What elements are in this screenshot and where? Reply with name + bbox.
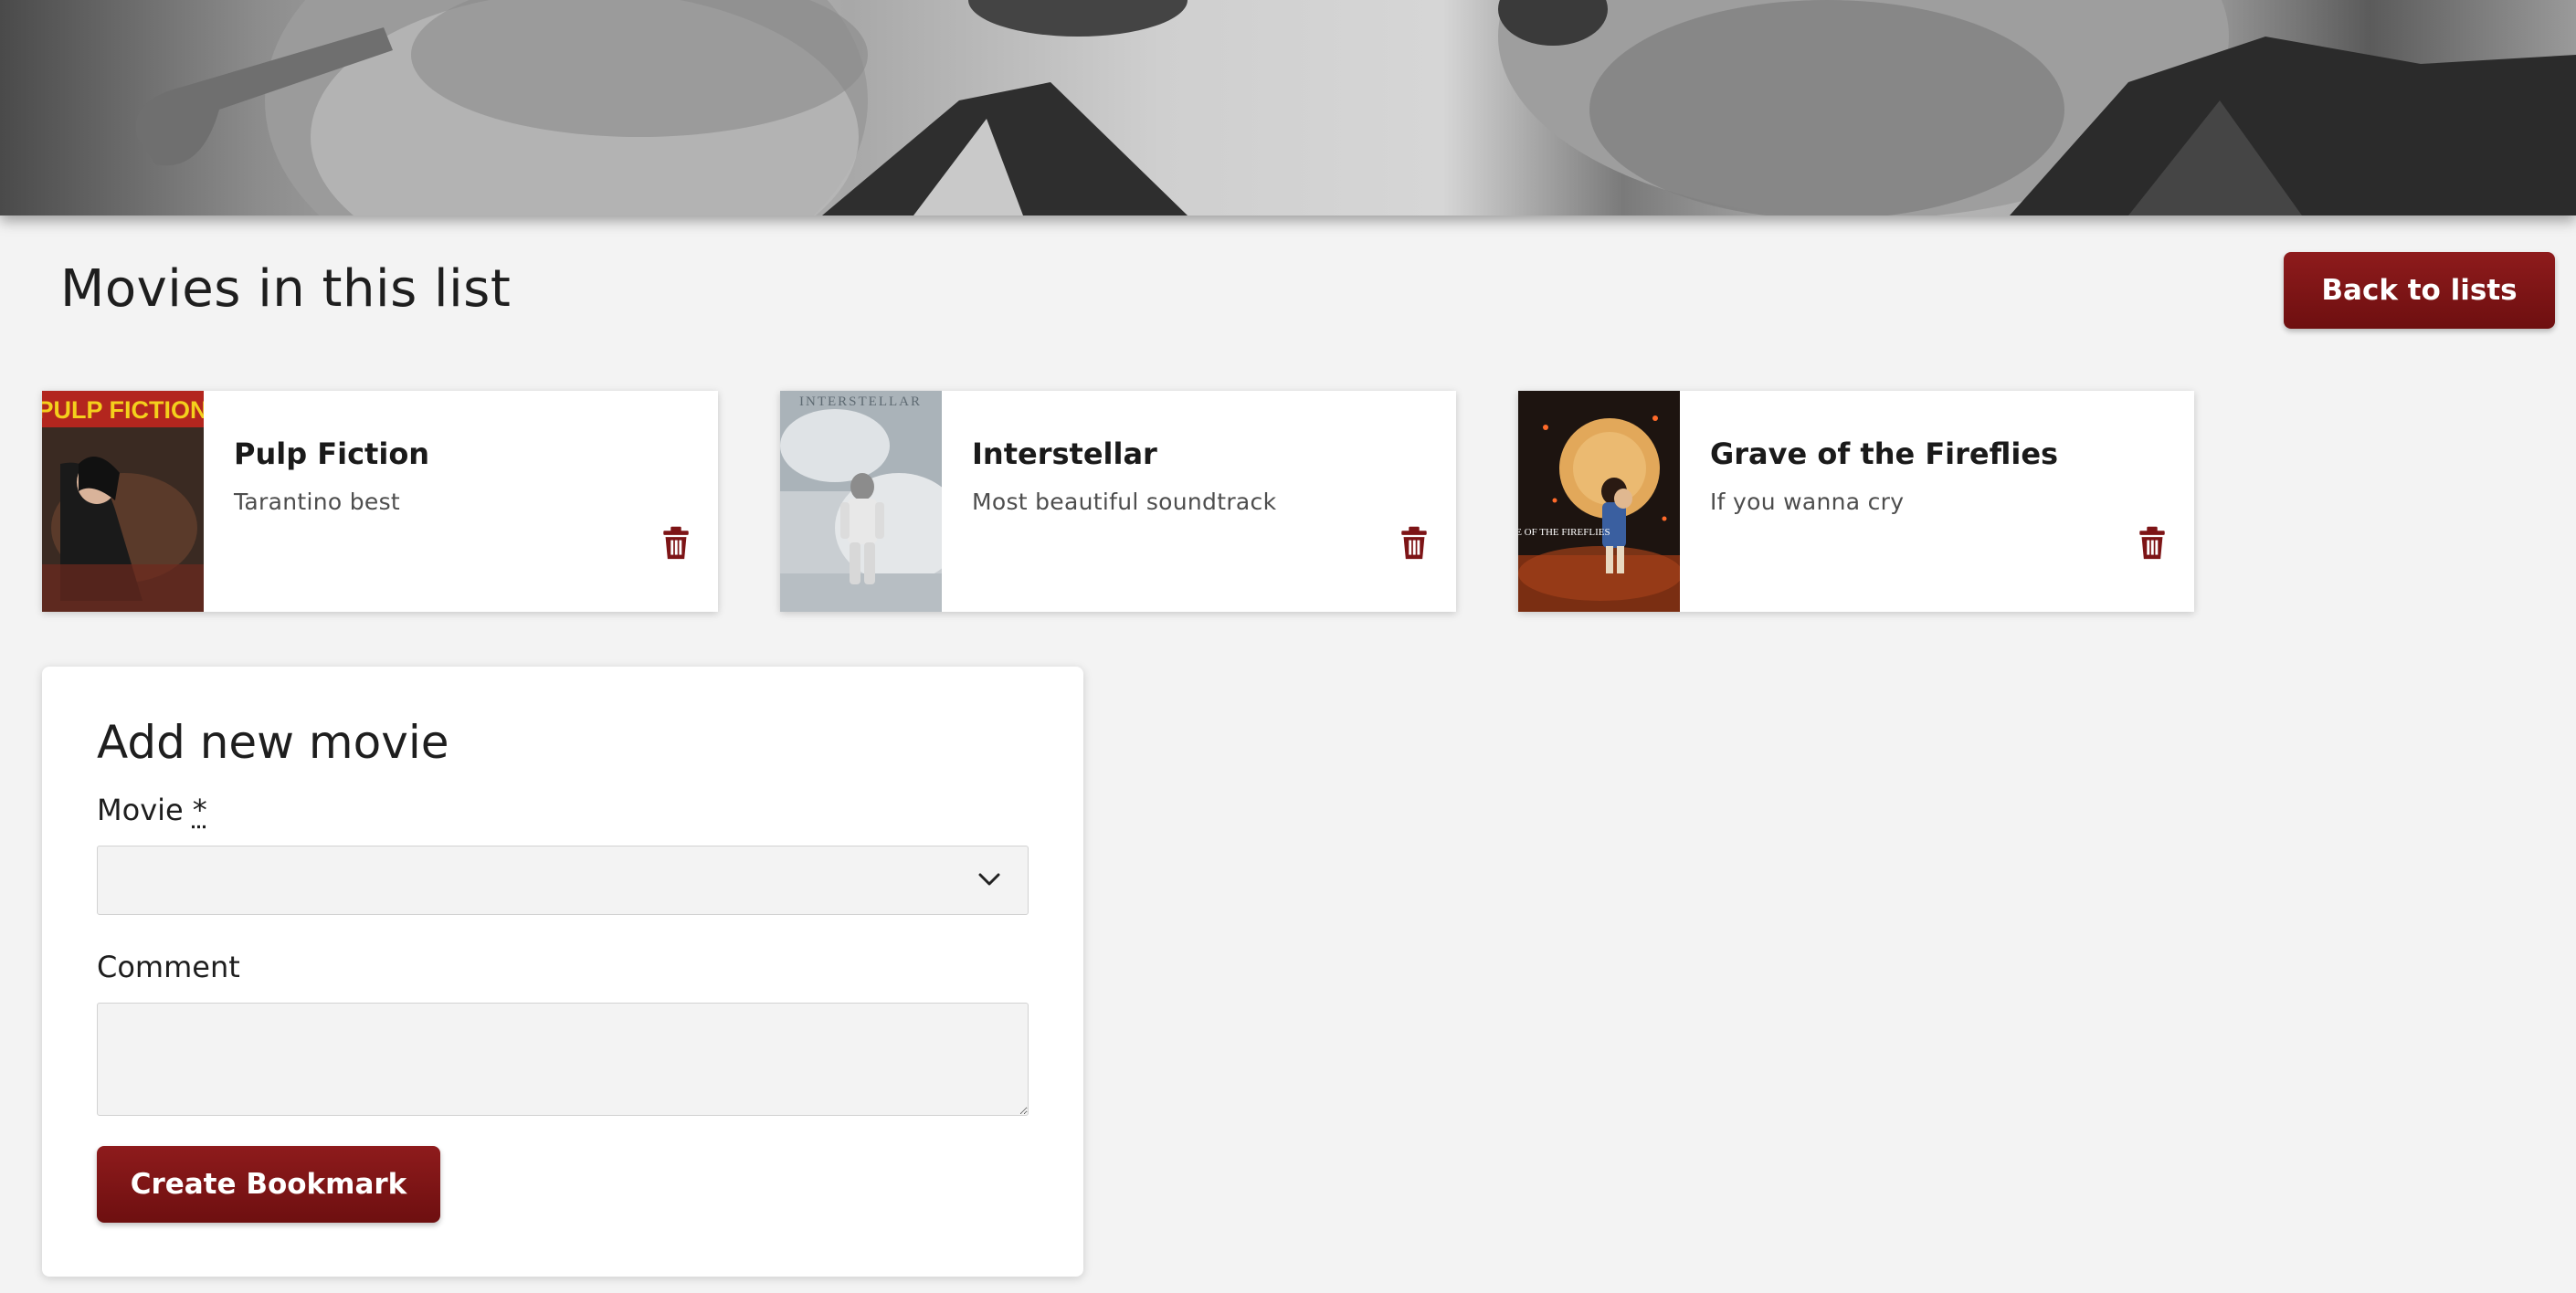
movie-label-text: Movie	[97, 793, 184, 827]
movie-select[interactable]	[97, 846, 1029, 915]
trash-icon[interactable]	[2138, 526, 2167, 561]
movie-comment: If you wanna cry	[1710, 489, 1905, 515]
bookmark-card[interactable]: INTERSTELLAR Interstellar Most beautiful…	[780, 391, 1456, 612]
movie-title: Grave of the Fireflies	[1710, 436, 2059, 471]
trash-icon[interactable]	[661, 526, 691, 561]
add-movie-form: Add new movie Movie * Comment Create Book…	[42, 667, 1083, 1277]
poster-title: PULP FICTION	[42, 396, 204, 424]
bookmark-card[interactable]: GRAVE OF THE FIREFLIES Grave of the Fire…	[1518, 391, 2194, 612]
movie-poster: INTERSTELLAR	[780, 391, 942, 612]
form-title: Add new movie	[97, 716, 449, 769]
movie-title: Interstellar	[972, 436, 1157, 471]
bookmark-card[interactable]: PULP FICTION Pulp Fiction Tarantino best	[42, 391, 718, 612]
movie-comment: Tarantino best	[234, 489, 401, 515]
back-to-lists-button[interactable]: Back to lists	[2284, 252, 2555, 329]
comment-field-label: Comment	[97, 950, 240, 984]
required-marker: *	[192, 793, 207, 827]
movie-comment: Most beautiful soundtrack	[972, 489, 1277, 515]
trash-icon[interactable]	[1399, 526, 1429, 561]
poster-title: GRAVE OF THE FIREFLIES	[1518, 527, 1610, 538]
comment-textarea[interactable]	[97, 1003, 1029, 1116]
movie-poster: PULP FICTION	[42, 391, 204, 612]
create-bookmark-button[interactable]: Create Bookmark	[97, 1146, 440, 1223]
hero-banner-image	[0, 0, 2576, 216]
poster-title: INTERSTELLAR	[799, 394, 922, 409]
page-title: Movies in this list	[60, 259, 512, 319]
movie-poster: GRAVE OF THE FIREFLIES	[1518, 391, 1680, 612]
chevron-down-icon	[978, 873, 1000, 886]
movie-title: Pulp Fiction	[234, 436, 430, 471]
movie-field-label: Movie *	[97, 793, 207, 827]
